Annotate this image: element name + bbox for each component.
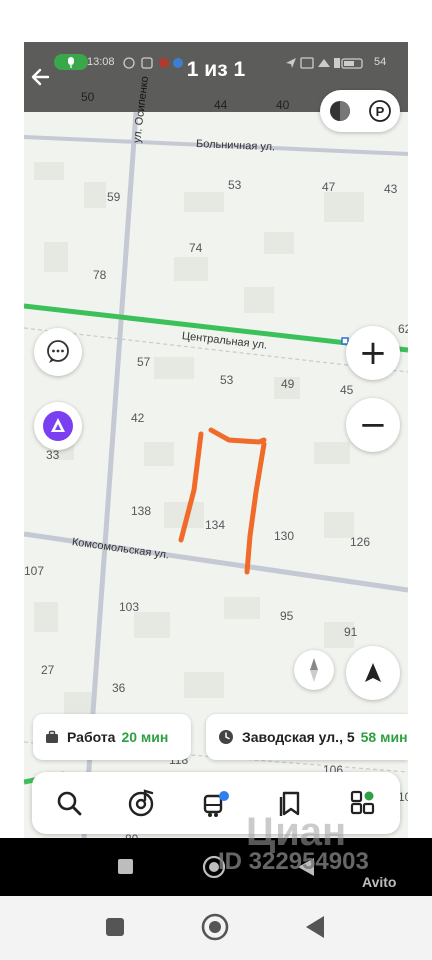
compass-icon xyxy=(310,658,318,682)
outer-top-border xyxy=(0,0,432,42)
mic-indicator xyxy=(54,54,88,70)
house-number: 134 xyxy=(205,518,226,532)
search-icon xyxy=(57,791,82,816)
alice-icon xyxy=(43,411,73,441)
status-time: 13:08 xyxy=(87,56,115,68)
layers-button[interactable] xyxy=(326,97,354,125)
status-system-icons xyxy=(284,55,364,76)
house-number: 138 xyxy=(131,504,152,518)
system-icons xyxy=(286,57,363,69)
parking-label: P xyxy=(375,103,385,119)
parking-button[interactable]: P xyxy=(366,97,394,125)
alice-assistant-button[interactable] xyxy=(34,402,82,450)
watermark-avito: Avito xyxy=(362,874,397,890)
layers-icon xyxy=(330,101,350,121)
house-number: 49 xyxy=(281,377,295,391)
screenshot-frame: ул. Осипенко Больничная ул. Центральная … xyxy=(0,0,432,960)
clock-icon xyxy=(219,730,233,744)
home-button[interactable] xyxy=(200,912,230,942)
back-triangle-icon xyxy=(306,916,324,938)
locate-me-button[interactable] xyxy=(346,646,400,700)
house-number: 107 xyxy=(24,564,45,578)
house-number: 53 xyxy=(220,373,234,387)
house-number: 36 xyxy=(112,681,126,695)
outer-left-border xyxy=(0,42,24,838)
music-icon xyxy=(129,789,154,817)
route-card-recent[interactable]: Заводская ул., 5 58 мин xyxy=(206,714,408,760)
zoom-out-button[interactable]: − xyxy=(346,398,400,452)
house-number: 45 xyxy=(340,383,354,397)
zoom-out-label: − xyxy=(358,405,388,445)
house-number: 74 xyxy=(189,241,203,255)
photo-counter: 1 из 1 xyxy=(186,58,246,81)
recent-apps-button[interactable] xyxy=(104,916,126,938)
services-icon xyxy=(351,790,375,815)
house-number: 42 xyxy=(131,411,145,425)
house-number: 43 xyxy=(384,182,398,196)
watermark-listing-id: ID 322954903 xyxy=(218,848,369,875)
house-number: 57 xyxy=(137,355,151,369)
house-number: 59 xyxy=(107,190,121,204)
back-nav-button[interactable] xyxy=(302,914,328,940)
back-button[interactable] xyxy=(26,62,56,92)
compass-button[interactable] xyxy=(294,650,334,690)
zoom-in-button[interactable]: + xyxy=(346,326,400,380)
route-card-work[interactable]: Работа 20 мин xyxy=(33,714,191,760)
house-number: 62 xyxy=(398,322,408,336)
route-label: Заводская ул., 5 xyxy=(242,729,355,745)
back-arrow-icon xyxy=(31,68,50,86)
status-battery: 54 xyxy=(374,56,387,68)
phone-navigation-bar: Циан ID 322954903 Avito xyxy=(0,810,432,896)
phone-screen: ул. Осипенко Больничная ул. Центральная … xyxy=(24,42,408,838)
square-icon xyxy=(106,918,124,936)
house-number: 91 xyxy=(344,625,358,639)
transport-icon xyxy=(203,791,229,817)
tab-services[interactable] xyxy=(343,783,383,823)
briefcase-icon xyxy=(46,730,58,743)
tab-music[interactable] xyxy=(122,783,162,823)
house-number: 103 xyxy=(119,600,140,614)
chat-bubble-icon xyxy=(47,340,69,363)
house-number: 78 xyxy=(93,268,107,282)
home-circle-icon xyxy=(201,913,229,941)
mic-icon xyxy=(68,57,74,68)
route-time: 20 мин xyxy=(121,729,169,745)
route-label: Работа xyxy=(67,729,116,745)
house-number: 53 xyxy=(228,178,242,192)
device-navigation-bar xyxy=(0,896,432,960)
feedback-button[interactable] xyxy=(34,328,82,376)
tab-transport[interactable] xyxy=(196,783,236,823)
navigation-arrow-icon xyxy=(365,663,381,682)
tab-search[interactable] xyxy=(49,783,89,823)
house-number: 126 xyxy=(350,535,371,549)
zoom-in-label: + xyxy=(358,333,388,373)
map-layers-pill: P xyxy=(320,90,400,132)
house-number: 47 xyxy=(322,180,336,194)
house-number: 95 xyxy=(280,609,294,623)
outer-right-border xyxy=(408,42,432,838)
house-number: 130 xyxy=(274,529,295,543)
house-number: 33 xyxy=(46,448,60,462)
route-time: 58 мин xyxy=(360,729,408,745)
house-number: 27 xyxy=(41,663,55,677)
